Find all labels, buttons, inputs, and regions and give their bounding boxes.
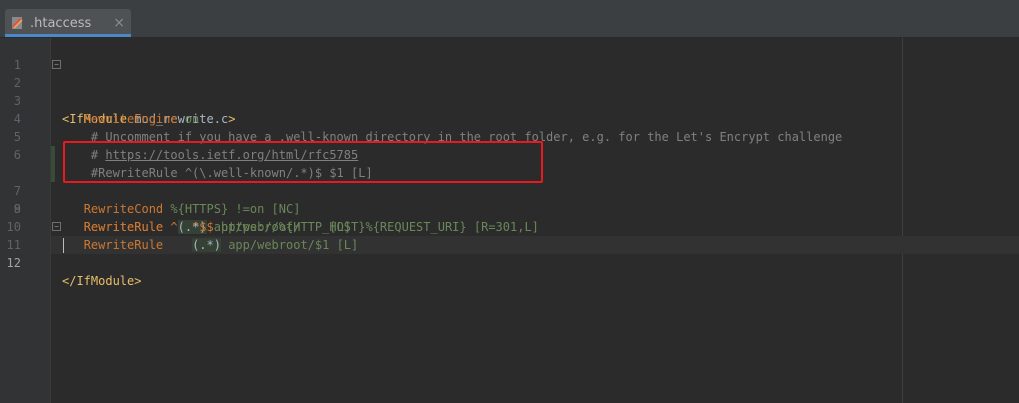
code-line-4[interactable]: 4 # Uncomment if you have a .well-known … [0,92,1019,144]
vcs-change-marker[interactable] [51,164,55,182]
editor-tab-bar: .htaccess ⨯ [0,0,1019,38]
code-line-3[interactable]: 3 RewriteEngine on [0,74,1019,126]
close-tab-icon[interactable]: ⨯ [113,15,125,31]
annotation-highlight-box [63,141,543,183]
text-cursor [63,238,64,253]
vcs-change-marker[interactable] [51,146,55,164]
code-line-2[interactable]: 2 − <IfModule mod_rewrite.c> [0,56,1019,126]
code-line-11[interactable]: 11 − </IfModule> [0,218,1019,288]
active-tab-indicator [5,34,131,37]
code-line-12[interactable]: 12 [0,236,1019,270]
code-line-9[interactable]: 9 RewriteRule ^$ app/webroot/ [L] [0,182,1019,234]
fold-end-icon[interactable]: − [52,222,61,231]
tag-open-bracket: </ [62,274,77,288]
fold-collapse-icon[interactable]: − [52,60,61,69]
code-line-1[interactable]: 1 [0,38,1019,72]
tag-name: IfModule [76,274,135,288]
tag-close-bracket: > [134,274,142,288]
htaccess-file-icon [11,17,23,29]
code-line-10[interactable]: 10 RewriteRule (.*) app/webroot/$1 [L] [0,200,1019,252]
code-editor[interactable]: 1 2 − <IfModule mod_rewrite.c> 3 Rewrite… [0,38,1019,403]
code-line-5[interactable]: 5 # https://tools.ietf.org/html/rfc5785 [0,110,1019,162]
tab-htaccess[interactable]: .htaccess ⨯ [5,9,131,37]
line-number: 12 [6,256,21,270]
tab-label: .htaccess [30,15,92,31]
